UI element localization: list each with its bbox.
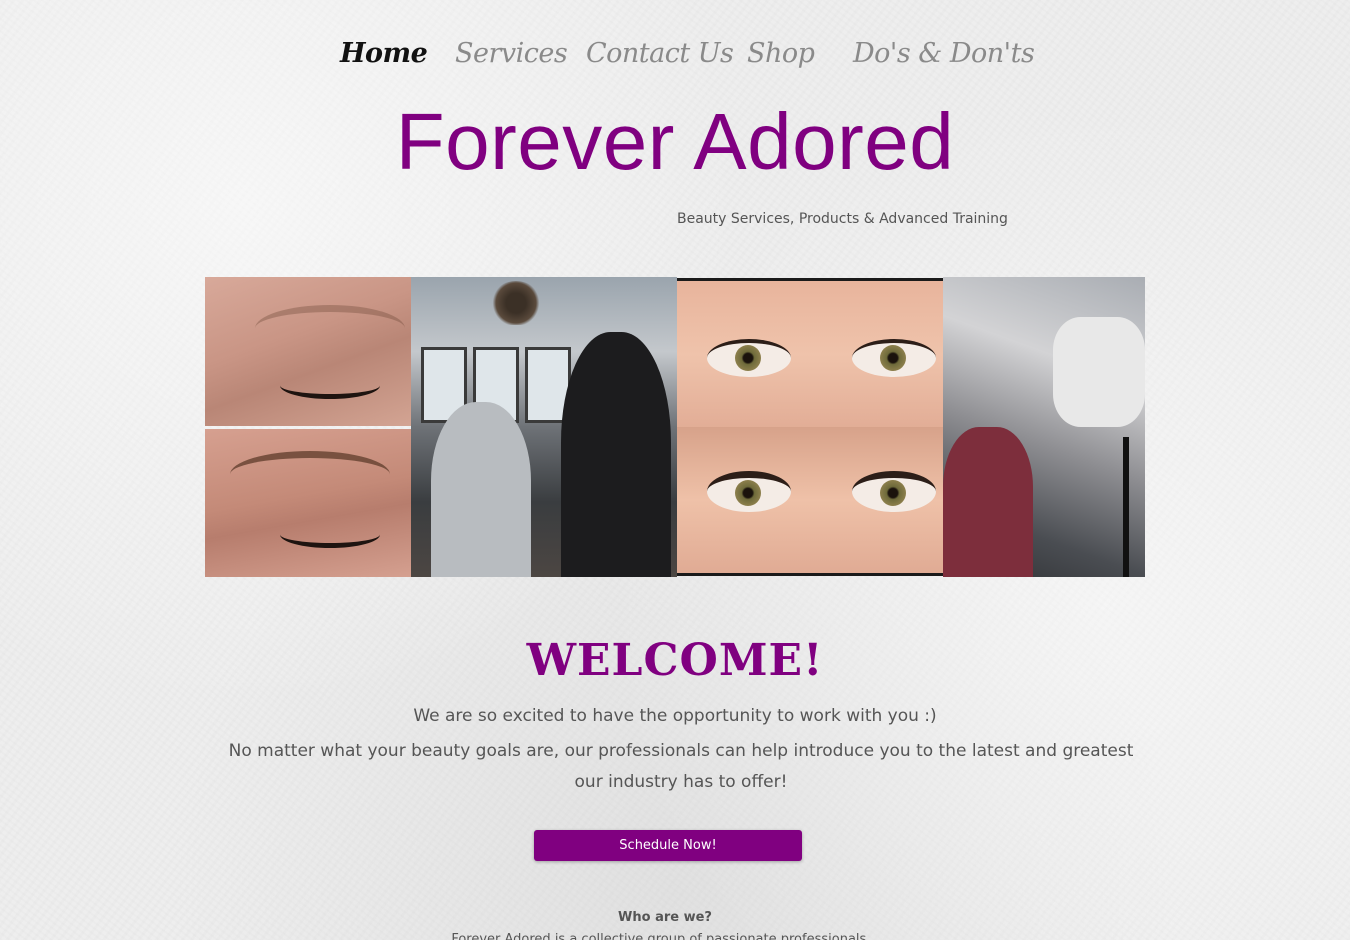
lash-application-photo <box>943 277 1145 577</box>
brow-before-photo <box>205 277 411 426</box>
brow-after-photo <box>205 429 411 577</box>
about-text: Forever Adored is a collective group of … <box>451 932 879 940</box>
welcome-text-line1: We are so excited to have the opportunit… <box>413 706 937 726</box>
welcome-text-line2: No matter what your beauty goals are, ou… <box>228 741 1134 792</box>
site-title: Forever Adored <box>395 97 955 186</box>
main-nav: Home Services Contact Us Shop Do's & Don… <box>320 30 1040 82</box>
welcome-heading: WELCOME! <box>526 635 824 686</box>
nav-dos-donts[interactable]: Do's & Don'ts <box>853 38 1035 69</box>
nav-shop[interactable]: Shop <box>747 38 815 69</box>
nav-contact-us[interactable]: Contact Us <box>586 38 734 69</box>
site-tagline: Beauty Services, Products & Advanced Tra… <box>677 211 1008 227</box>
lash-after-photo <box>677 427 943 576</box>
schedule-now-button[interactable]: Schedule Now! <box>534 830 802 861</box>
lash-before-photo <box>677 278 943 431</box>
studio-training-photo <box>411 277 677 577</box>
nav-home[interactable]: Home <box>340 38 428 69</box>
about-heading: Who are we? <box>618 910 712 925</box>
nav-services[interactable]: Services <box>455 38 568 69</box>
photo-gallery <box>205 277 1145 577</box>
